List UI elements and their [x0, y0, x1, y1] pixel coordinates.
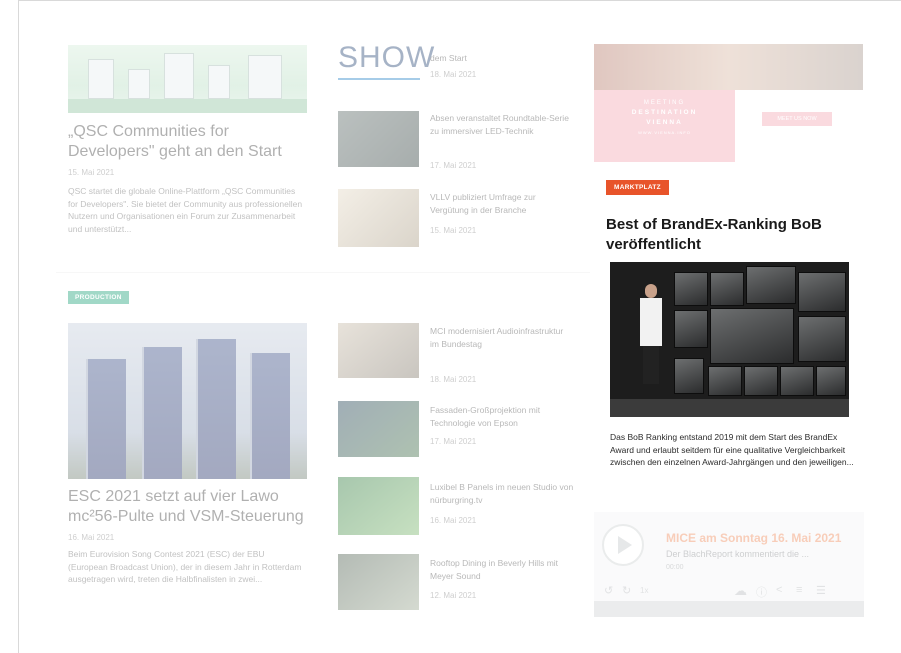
news-item-date: 15. Mai 2021	[430, 226, 477, 235]
news-item-date: 18. Mai 2021	[430, 70, 477, 79]
play-icon	[618, 536, 632, 554]
article-title[interactable]: „QSC Communities for Developers" geht an…	[68, 122, 308, 162]
category-tag[interactable]: MARKTPLATZ	[606, 180, 669, 195]
vienna-ad[interactable]: MEETING DESTINATION VIENNA WWW.VIENNA.IN…	[594, 44, 863, 162]
article-image-esc[interactable]	[68, 323, 307, 479]
news-item-thumb[interactable]	[338, 554, 419, 610]
play-button[interactable]	[602, 524, 644, 566]
article-date: 15. Mai 2021	[68, 168, 115, 177]
news-item-title[interactable]: Luxibel B Panels im neuen Studio von nür…	[430, 481, 580, 506]
show-logo-text: SHOW	[338, 41, 436, 74]
show-logo: SHOW	[338, 40, 436, 80]
article-date: 16. Mai 2021	[68, 533, 115, 542]
article-title[interactable]: ESC 2021 setzt auf vier Lawo mc²56-Pulte…	[68, 487, 313, 527]
queue-icon[interactable]: ≡	[796, 584, 802, 596]
news-item-date: 16. Mai 2021	[430, 516, 477, 525]
news-item-title[interactable]: VLLV publiziert Umfrage zur Vergütung in…	[430, 191, 572, 216]
article-excerpt: Beim Eurovision Song Contest 2021 (ESC) …	[68, 549, 302, 584]
player-title: MICE am Sonntag 16. Mai 2021	[666, 531, 842, 545]
featured-article-card[interactable]: MARKTPLATZ Best of BrandEx-Ranking BoB v…	[594, 164, 864, 509]
news-item-date: 12. Mai 2021	[430, 591, 477, 600]
ad-line: DESTINATION	[631, 109, 698, 116]
featured-title[interactable]: Best of BrandEx-Ranking BoB veröffentlic…	[606, 215, 861, 255]
category-tag[interactable]: PRODUCTION	[68, 291, 129, 304]
podcast-player[interactable]: MICE am Sonntag 16. Mai 2021 Der BlachRe…	[594, 512, 864, 617]
share-icon[interactable]: <	[776, 584, 782, 596]
news-item-thumb[interactable]	[338, 401, 419, 457]
news-item-thumb[interactable]	[338, 189, 419, 247]
playback-rate[interactable]: 1x	[640, 586, 648, 595]
ad-line: WWW.VIENNA.INFO	[638, 130, 691, 135]
player-subtitle: Der BlachReport kommentiert die ...	[666, 549, 810, 559]
news-item-date: 17. Mai 2021	[430, 437, 477, 446]
ad-line: MEETING	[643, 100, 686, 106]
news-item-date: 17. Mai 2021	[430, 161, 477, 170]
cloud-icon[interactable]: ☁	[734, 583, 747, 599]
rewind-icon[interactable]: ↺	[604, 584, 613, 597]
info-icon[interactable]: ⓘ	[756, 584, 767, 600]
article-excerpt: QSC startet die globale Online-Plattform…	[68, 186, 303, 234]
progress-bar[interactable]	[594, 601, 864, 617]
forward-icon[interactable]: ↻	[622, 584, 631, 597]
section-divider	[56, 272, 590, 273]
news-item-title[interactable]: MCI modernisiert Audioinfrastruktur im B…	[430, 325, 570, 350]
featured-image[interactable]	[610, 262, 849, 417]
news-item-title[interactable]: Rooftop Dining in Beverly Hills mit Meye…	[430, 557, 578, 582]
ad-line: VIENNA	[646, 119, 683, 126]
news-item-title[interactable]: Fassaden-Großprojektion mit Technologie …	[430, 404, 580, 429]
news-item-thumb[interactable]	[338, 477, 419, 535]
featured-excerpt: Das BoB Ranking entstand 2019 mit dem St…	[610, 432, 854, 467]
news-item-date: 18. Mai 2021	[430, 375, 477, 384]
news-item-thumb[interactable]	[338, 323, 419, 378]
meet-us-button[interactable]: MEET US NOW	[762, 112, 832, 126]
article-image-qsc[interactable]	[68, 45, 307, 113]
menu-icon[interactable]: ☰	[816, 584, 826, 597]
news-item-title[interactable]: dem Start	[430, 52, 570, 65]
news-item-title[interactable]: Absen veranstaltet Roundtable-Serie zu i…	[430, 112, 572, 137]
player-time: 00:00	[666, 564, 684, 571]
news-item-thumb[interactable]	[338, 111, 419, 167]
